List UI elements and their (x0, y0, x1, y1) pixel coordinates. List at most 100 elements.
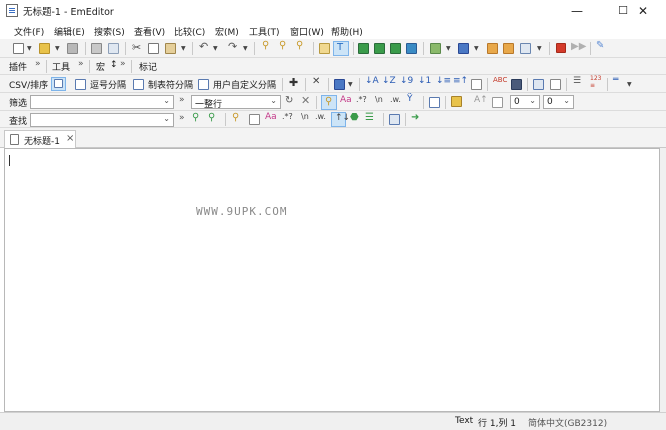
save-icon[interactable] (67, 43, 78, 54)
find-next-icon[interactable]: ⚲ (208, 112, 215, 123)
list-icon[interactable]: ☰ (573, 76, 581, 86)
extract-icon[interactable] (492, 97, 503, 108)
print-icon[interactable] (91, 43, 102, 54)
cut-icon[interactable]: ✂ (132, 41, 141, 54)
tab-grid-icon[interactable] (133, 79, 144, 90)
find-in-files-icon[interactable] (249, 114, 260, 125)
find-next-icon[interactable]: ⚲ (279, 40, 286, 51)
list-results-icon[interactable]: ☰ (365, 112, 374, 123)
sort-asc-icon[interactable]: ↓A (365, 76, 379, 86)
context-before-select[interactable]: 0 ⌄ (510, 95, 540, 109)
menu-window[interactable]: 窗口(W) (290, 25, 324, 38)
comma-separated-button[interactable]: 逗号分隔 (90, 78, 126, 91)
menu-compare[interactable]: 比较(C) (174, 25, 205, 38)
plugins-toolbar-label[interactable]: 插件 (9, 60, 27, 73)
custom-grid-icon[interactable] (198, 79, 209, 90)
menu-file[interactable]: 文件(F) (14, 25, 44, 38)
tab-separated-button[interactable]: 制表符分隔 (148, 78, 193, 91)
sort-length-desc-icon[interactable]: ≡↑ (453, 76, 468, 86)
filter-mode-select[interactable]: 一整行 ⌄ (191, 95, 281, 110)
menu-macro[interactable]: 宏(M) (215, 25, 239, 38)
menu-help[interactable]: 帮助(H) (331, 25, 363, 38)
word-wrap-icon[interactable] (358, 43, 369, 54)
csv-normal-button[interactable] (51, 77, 66, 91)
find-match-case-icon[interactable]: Aa (265, 112, 277, 122)
reverse-filter-icon[interactable]: Ÿ (407, 94, 413, 104)
plugin-icon[interactable]: ✎ (596, 40, 604, 51)
play-macro-icon[interactable]: ▶▶ (571, 41, 586, 52)
stop-record-icon[interactable] (556, 43, 566, 53)
new-file-icon[interactable] (13, 43, 24, 54)
plugins-chevron[interactable]: » (35, 59, 41, 69)
context-icon[interactable]: A↑ (474, 95, 488, 105)
menu-edit[interactable]: 编辑(E) (54, 25, 85, 38)
filter-chevron[interactable]: » (179, 95, 185, 105)
comma-grid-icon[interactable] (75, 79, 86, 90)
find-escape-icon[interactable]: \n (301, 112, 309, 121)
undo-icon[interactable]: ↶ (199, 40, 208, 53)
find-icon[interactable]: ⚲ (262, 40, 269, 51)
refresh-icon[interactable]: ↻ (285, 95, 293, 106)
filter-toggle-button[interactable]: T (333, 41, 349, 56)
paste-icon[interactable] (165, 43, 176, 54)
find-chevron[interactable]: » (179, 113, 185, 123)
menu-tools[interactable]: 工具(T) (249, 25, 280, 38)
redo-icon[interactable]: ↷ (228, 40, 237, 53)
open-folder-icon[interactable] (39, 43, 50, 54)
customize-icon[interactable] (503, 43, 514, 54)
tab-close-icon[interactable]: × (66, 133, 74, 144)
properties-icon[interactable] (487, 43, 498, 54)
filter-input[interactable]: ⌄ (30, 95, 174, 109)
tools-chevron[interactable]: » (78, 59, 84, 69)
sort-num-asc-icon[interactable]: ↓9 (400, 76, 413, 86)
context-after-select[interactable]: 0 ⌄ (543, 95, 574, 109)
markers-icon[interactable] (550, 79, 561, 90)
custom-separated-button[interactable]: 用户自定义分隔 (213, 78, 276, 91)
match-case-icon[interactable]: Aa (340, 95, 352, 105)
split-icon[interactable] (406, 43, 417, 54)
sort-options-icon[interactable] (471, 79, 482, 90)
sort-length-icon[interactable]: ↓≡ (436, 76, 451, 86)
vertical-scrollbar[interactable] (660, 148, 666, 412)
highlight-icon[interactable] (319, 43, 330, 54)
whole-word-icon[interactable]: .w. (390, 95, 401, 104)
sort-desc-icon[interactable]: ↓Z (382, 76, 396, 86)
spellcheck-icon[interactable]: ABC (493, 76, 507, 84)
print-preview-icon[interactable] (108, 43, 119, 54)
column-select-icon[interactable] (334, 79, 345, 90)
sort-num-desc-icon[interactable]: ↓1 (418, 76, 431, 86)
find-input[interactable]: ⌄ (30, 113, 174, 127)
find-prev-icon[interactable]: ⚲ (192, 112, 199, 123)
go-icon[interactable]: ➜ (411, 112, 419, 123)
macro-toolbar-suffix[interactable]: ↕ (110, 60, 118, 70)
find-regex-icon[interactable]: .*? (282, 112, 293, 121)
replace-icon[interactable]: ⚲ (296, 40, 303, 51)
bookmark-all-icon[interactable]: ⬣ (350, 112, 359, 123)
filter-find-button[interactable]: ⚲ (321, 95, 337, 110)
font-icon[interactable] (458, 43, 469, 54)
status-mode[interactable]: Text (455, 416, 473, 426)
escape-seq-icon[interactable]: \n (375, 95, 383, 104)
find-settings-icon[interactable] (389, 114, 400, 125)
minimize-button[interactable]: — (554, 0, 600, 22)
add-column-icon[interactable]: ✚ (289, 76, 298, 89)
macro-toolbar-label[interactable]: 宏 (96, 60, 105, 73)
menu-view[interactable]: 查看(V) (134, 25, 165, 38)
lock-icon[interactable] (451, 96, 462, 107)
ruler-icon[interactable]: ═ (613, 75, 618, 85)
column-tools-icon[interactable]: ✕ (312, 76, 320, 87)
line-number-icon[interactable]: 123 ≡ (590, 75, 601, 89)
tab-untitled[interactable]: 无标题-1 × (4, 130, 76, 148)
wrap-window-icon[interactable] (374, 43, 385, 54)
regex-icon[interactable]: .*? (356, 95, 367, 104)
menu-search[interactable]: 搜索(S) (94, 25, 125, 38)
status-position[interactable]: 行 1,列 1 (478, 416, 516, 429)
clear-filter-icon[interactable]: ✕ (301, 94, 310, 107)
macro-chevron[interactable]: » (120, 59, 126, 69)
window-list-icon[interactable] (520, 43, 531, 54)
text-editor-area[interactable] (4, 148, 660, 412)
find-multiline-button[interactable]: ↑↓ (331, 112, 350, 127)
csv-sort-label[interactable]: CSV/排序 (9, 78, 48, 91)
status-encoding[interactable]: 简体中文(GB2312) (528, 416, 607, 429)
config-icon[interactable] (430, 43, 441, 54)
